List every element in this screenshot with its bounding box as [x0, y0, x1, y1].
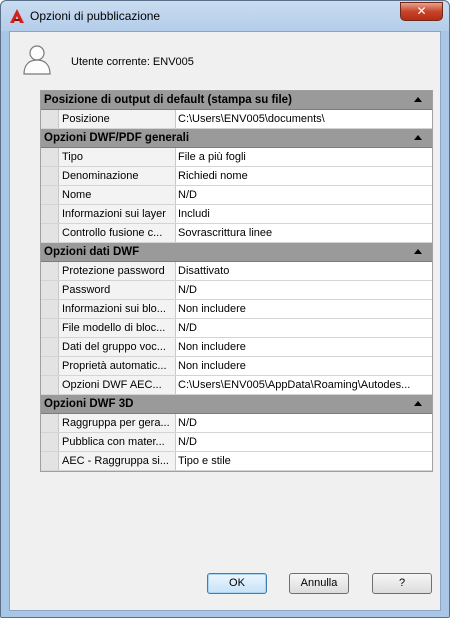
property-value[interactable]: Non includere [176, 357, 432, 375]
category-header[interactable]: Opzioni DWF 3D [41, 395, 432, 414]
property-name: Posizione [59, 110, 176, 128]
property-row[interactable]: Tipo File a più fogli [41, 148, 432, 167]
property-row[interactable]: Protezione password Disattivato [41, 262, 432, 281]
property-name: Opzioni DWF AEC... [59, 376, 176, 394]
category-title: Opzioni DWF/PDF generali [44, 132, 190, 144]
cancel-button[interactable]: Annulla [289, 573, 349, 594]
category-header[interactable]: Opzioni DWF/PDF generali [41, 129, 432, 148]
help-button[interactable]: ? [372, 573, 432, 594]
row-gutter [41, 376, 59, 394]
close-button[interactable]: ✕ [400, 2, 443, 21]
property-value[interactable]: File a più fogli [176, 148, 432, 166]
property-name: Proprietà automatic... [59, 357, 176, 375]
category-title: Posizione di output di default (stampa s… [44, 94, 292, 106]
publish-options-dialog: Opzioni di pubblicazione ✕ Utente corren… [0, 0, 450, 618]
property-value[interactable]: Tipo e stile [176, 452, 432, 470]
user-silhouette-icon [23, 45, 51, 75]
title-bar[interactable]: Opzioni di pubblicazione ✕ [1, 1, 449, 31]
category-title: Opzioni dati DWF [44, 246, 140, 258]
property-row[interactable]: Opzioni DWF AEC... C:\Users\ENV005\AppDat… [41, 376, 432, 395]
property-row[interactable]: Informazioni sui blo... Non includere [41, 300, 432, 319]
property-name: Password [59, 281, 176, 299]
row-gutter [41, 205, 59, 223]
row-gutter [41, 357, 59, 375]
property-row[interactable]: Password N/D [41, 281, 432, 300]
property-value[interactable]: Non includere [176, 338, 432, 356]
property-value[interactable]: N/D [176, 281, 432, 299]
property-value[interactable]: Non includere [176, 300, 432, 318]
property-row[interactable]: Informazioni sui layer Includi [41, 205, 432, 224]
property-value[interactable]: Sovrascrittura linee [176, 224, 432, 242]
property-row[interactable]: File modello di bloc... N/D [41, 319, 432, 338]
property-name: Raggruppa per gera... [59, 414, 176, 432]
row-gutter [41, 186, 59, 204]
property-name: Informazioni sui layer [59, 205, 176, 223]
row-gutter [41, 338, 59, 356]
property-value[interactable]: N/D [176, 186, 432, 204]
property-row[interactable]: Pubblica con mater... N/D [41, 433, 432, 452]
property-name: Tipo [59, 148, 176, 166]
current-user-label: Utente corrente: ENV005 [71, 56, 194, 68]
property-value[interactable]: N/D [176, 319, 432, 337]
property-value[interactable]: C:\Users\ENV005\AppData\Roaming\Autodes.… [176, 376, 432, 394]
property-name: File modello di bloc... [59, 319, 176, 337]
property-row[interactable]: Dati del gruppo voc... Non includere [41, 338, 432, 357]
collapse-arrow-icon[interactable] [414, 135, 422, 140]
property-value[interactable]: Disattivato [176, 262, 432, 280]
dialog-body: Utente corrente: ENV005 Posizione di out… [9, 31, 441, 611]
row-gutter [41, 167, 59, 185]
collapse-arrow-icon[interactable] [414, 97, 422, 102]
property-row[interactable]: Controllo fusione c... Sovrascrittura lin… [41, 224, 432, 243]
row-gutter [41, 414, 59, 432]
property-value[interactable]: C:\Users\ENV005\documents\ [176, 110, 432, 128]
row-gutter [41, 433, 59, 451]
row-gutter [41, 148, 59, 166]
property-value[interactable]: N/D [176, 433, 432, 451]
property-row[interactable]: Proprietà automatic... Non includere [41, 357, 432, 376]
autocad-a-icon [10, 9, 24, 23]
window-title: Opzioni di pubblicazione [30, 9, 161, 23]
row-gutter [41, 262, 59, 280]
category-title: Opzioni DWF 3D [44, 398, 134, 410]
property-value[interactable]: Includi [176, 205, 432, 223]
property-name: Dati del gruppo voc... [59, 338, 176, 356]
property-value[interactable]: Richiedi nome [176, 167, 432, 185]
property-name: Informazioni sui blo... [59, 300, 176, 318]
property-name: AEC - Raggruppa si... [59, 452, 176, 470]
row-gutter [41, 300, 59, 318]
property-row[interactable]: Nome N/D [41, 186, 432, 205]
property-name: Pubblica con mater... [59, 433, 176, 451]
property-value[interactable]: N/D [176, 414, 432, 432]
row-gutter [41, 224, 59, 242]
row-gutter [41, 110, 59, 128]
collapse-arrow-icon[interactable] [414, 249, 422, 254]
property-name: Denominazione [59, 167, 176, 185]
ok-button[interactable]: OK [207, 573, 267, 594]
property-grid: Posizione di output di default (stampa s… [40, 90, 433, 472]
property-row[interactable]: Raggruppa per gera... N/D [41, 414, 432, 433]
category-header[interactable]: Posizione di output di default (stampa s… [41, 91, 432, 110]
row-gutter [41, 452, 59, 470]
property-name: Protezione password [59, 262, 176, 280]
property-row[interactable]: Denominazione Richiedi nome [41, 167, 432, 186]
property-row[interactable]: Posizione C:\Users\ENV005\documents\ [41, 110, 432, 129]
row-gutter [41, 281, 59, 299]
property-row[interactable]: AEC - Raggruppa si... Tipo e stile [41, 452, 432, 471]
row-gutter [41, 319, 59, 337]
category-header[interactable]: Opzioni dati DWF [41, 243, 432, 262]
property-name: Nome [59, 186, 176, 204]
property-name: Controllo fusione c... [59, 224, 176, 242]
collapse-arrow-icon[interactable] [414, 401, 422, 406]
